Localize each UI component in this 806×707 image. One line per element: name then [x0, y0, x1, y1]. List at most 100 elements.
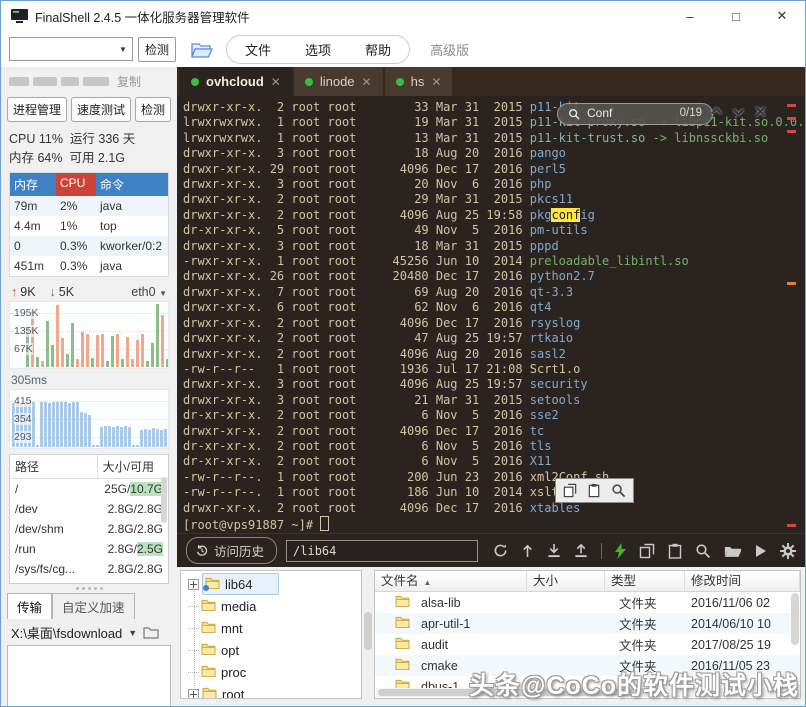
tab-close-icon[interactable]: ✕	[362, 75, 372, 89]
open-connection-folder-icon[interactable]	[190, 40, 214, 58]
search-query[interactable]: Conf	[587, 106, 612, 121]
file-row-alsa-lib[interactable]: alsa-lib文件夹2016/11/06 02	[375, 592, 800, 613]
chart-bar	[106, 361, 109, 367]
terminal-search-box[interactable]: Conf 0/19	[557, 103, 713, 125]
uptime: 运行 336 天	[70, 132, 135, 146]
chart-bar	[64, 402, 67, 447]
paste-icon[interactable]	[668, 543, 682, 559]
host-combobox-input[interactable]	[10, 39, 114, 59]
run-icon[interactable]	[755, 544, 767, 558]
gear-icon[interactable]	[780, 543, 796, 559]
chart-bar	[96, 445, 99, 447]
disk-path: /dev	[15, 502, 38, 516]
tab-close-icon[interactable]: ✕	[271, 75, 281, 89]
file-col-2[interactable]: 类型	[605, 571, 685, 591]
speed-bolt-icon[interactable]	[615, 543, 626, 559]
chevron-down-icon[interactable]	[732, 105, 745, 118]
terminal-tab-ovhcloud[interactable]: ovhcloud✕	[180, 67, 292, 96]
remote-path-input[interactable]	[286, 540, 478, 562]
transfer-tab-0[interactable]: 传输	[7, 593, 52, 619]
menu-help[interactable]: 帮助	[365, 40, 391, 59]
toolbar-separator	[601, 543, 602, 559]
menu-options[interactable]: 选项	[305, 40, 331, 59]
chart-bar	[46, 321, 49, 367]
chevron-down-icon[interactable]: ▼	[114, 45, 132, 54]
terminal-body: drwxr-xr-x. 2 root root 33 Mar 31 2015 p…	[183, 100, 805, 533]
search-match-counter: 0/19	[680, 106, 702, 121]
terminal-line: drwxr-xr-x. 3 root root 21 Mar 31 2015 s…	[183, 393, 805, 408]
ping-chart: 415354293	[9, 389, 169, 449]
expander-icon[interactable]	[188, 689, 199, 700]
terminal-tab-hs[interactable]: hs✕	[385, 67, 453, 96]
tree-item-lib64[interactable]: lib64	[181, 573, 361, 595]
close-button[interactable]: ✕	[759, 1, 805, 31]
process-col-2[interactable]: 命令	[96, 173, 168, 196]
sidebar-button-2[interactable]: 检测	[135, 97, 171, 122]
tree-item-proc[interactable]: proc	[181, 661, 361, 683]
tree-label: mnt	[221, 621, 243, 636]
paste-icon[interactable]	[587, 483, 602, 498]
process-row: 79m2%java	[10, 196, 168, 216]
folder-icon	[201, 621, 216, 636]
splitter-handle[interactable]	[1, 587, 177, 590]
minimize-button[interactable]: –	[667, 1, 713, 31]
file-col-0[interactable]: 文件名▲	[375, 571, 527, 591]
copy-link[interactable]: 复制	[117, 73, 141, 90]
expander-icon[interactable]	[188, 579, 199, 590]
file-col-1[interactable]: 大小	[527, 571, 605, 591]
copy-icon[interactable]	[639, 543, 655, 559]
search-icon[interactable]	[695, 543, 711, 559]
terminal-prompt[interactable]: [root@vps91887 ~]#	[183, 516, 805, 533]
tree-twig	[188, 650, 199, 651]
terminal-line: -rwxr-xr-x. 1 root root 45256 Jun 10 201…	[183, 254, 805, 269]
sidebar-button-0[interactable]: 进程管理	[7, 97, 67, 122]
terminal-tab-linode[interactable]: linode✕	[294, 67, 383, 96]
chart-bar	[146, 361, 149, 367]
top-toolbar: ▼ 检测 文件 选项 帮助 高级版	[1, 31, 805, 67]
disk-scrollbar[interactable]	[161, 477, 167, 523]
up-level-icon[interactable]	[521, 543, 534, 558]
tab-close-icon[interactable]: ✕	[431, 75, 441, 89]
maximize-button[interactable]: □	[713, 1, 759, 31]
file-col-3[interactable]: 修改时间	[685, 571, 800, 591]
host-combobox[interactable]: ▼	[9, 37, 133, 61]
search-icon[interactable]	[611, 483, 626, 498]
transfer-tab-1[interactable]: 自定义加速	[52, 593, 135, 619]
tree-scrollbar[interactable]	[362, 570, 374, 699]
process-col-0[interactable]: 内存	[10, 173, 56, 196]
download-icon[interactable]	[547, 543, 561, 558]
chart-bar	[32, 402, 35, 447]
tree-item-opt[interactable]: opt	[181, 639, 361, 661]
chart-bar	[68, 403, 71, 447]
chevron-up-icon[interactable]	[710, 105, 723, 118]
file-list-vscrollbar[interactable]	[791, 593, 799, 645]
sidebar-button-1[interactable]: 速度测试	[71, 97, 131, 122]
folder-open-icon[interactable]	[724, 544, 742, 558]
chart-bar	[81, 332, 84, 367]
terminal[interactable]: drwxr-xr-x. 2 root root 33 Mar 31 2015 p…	[177, 96, 805, 533]
detect-button[interactable]: 检测	[138, 37, 176, 62]
close-search-icon[interactable]	[754, 105, 767, 118]
upload-icon[interactable]	[574, 543, 588, 558]
file-row-apr-util-1[interactable]: apr-util-1文件夹2014/06/10 10	[375, 613, 800, 634]
chart-bar	[124, 426, 127, 447]
download-path-row[interactable]: X:\桌面\fsdownload ▼	[11, 623, 167, 642]
file-row-audit[interactable]: audit文件夹2017/08/25 19	[375, 634, 800, 655]
terminal-line: dr-xr-xr-x. 2 root root 6 Nov 5 2016 sse…	[183, 408, 805, 423]
process-col-1[interactable]: CPU	[56, 173, 96, 196]
chevron-down-icon[interactable]: ▼	[128, 628, 137, 638]
transfer-list-empty[interactable]	[7, 645, 171, 706]
menu-file[interactable]: 文件	[245, 40, 271, 59]
chart-bar	[31, 311, 34, 367]
folder-outline-icon[interactable]	[143, 626, 159, 639]
tree-item-media[interactable]: media	[181, 595, 361, 617]
terminal-line: dr-xr-xr-x. 5 root root 49 Nov 5 2016 pm…	[183, 223, 805, 238]
interface-select[interactable]: eth0 ▼	[131, 285, 167, 299]
history-button[interactable]: 访问历史	[186, 537, 277, 564]
redacted-block	[9, 77, 29, 86]
copy-icon[interactable]	[563, 483, 578, 498]
chart-bar	[66, 354, 69, 367]
tree-item-mnt[interactable]: mnt	[181, 617, 361, 639]
refresh-icon[interactable]	[493, 543, 508, 558]
tree-item-root[interactable]: root	[181, 683, 361, 699]
